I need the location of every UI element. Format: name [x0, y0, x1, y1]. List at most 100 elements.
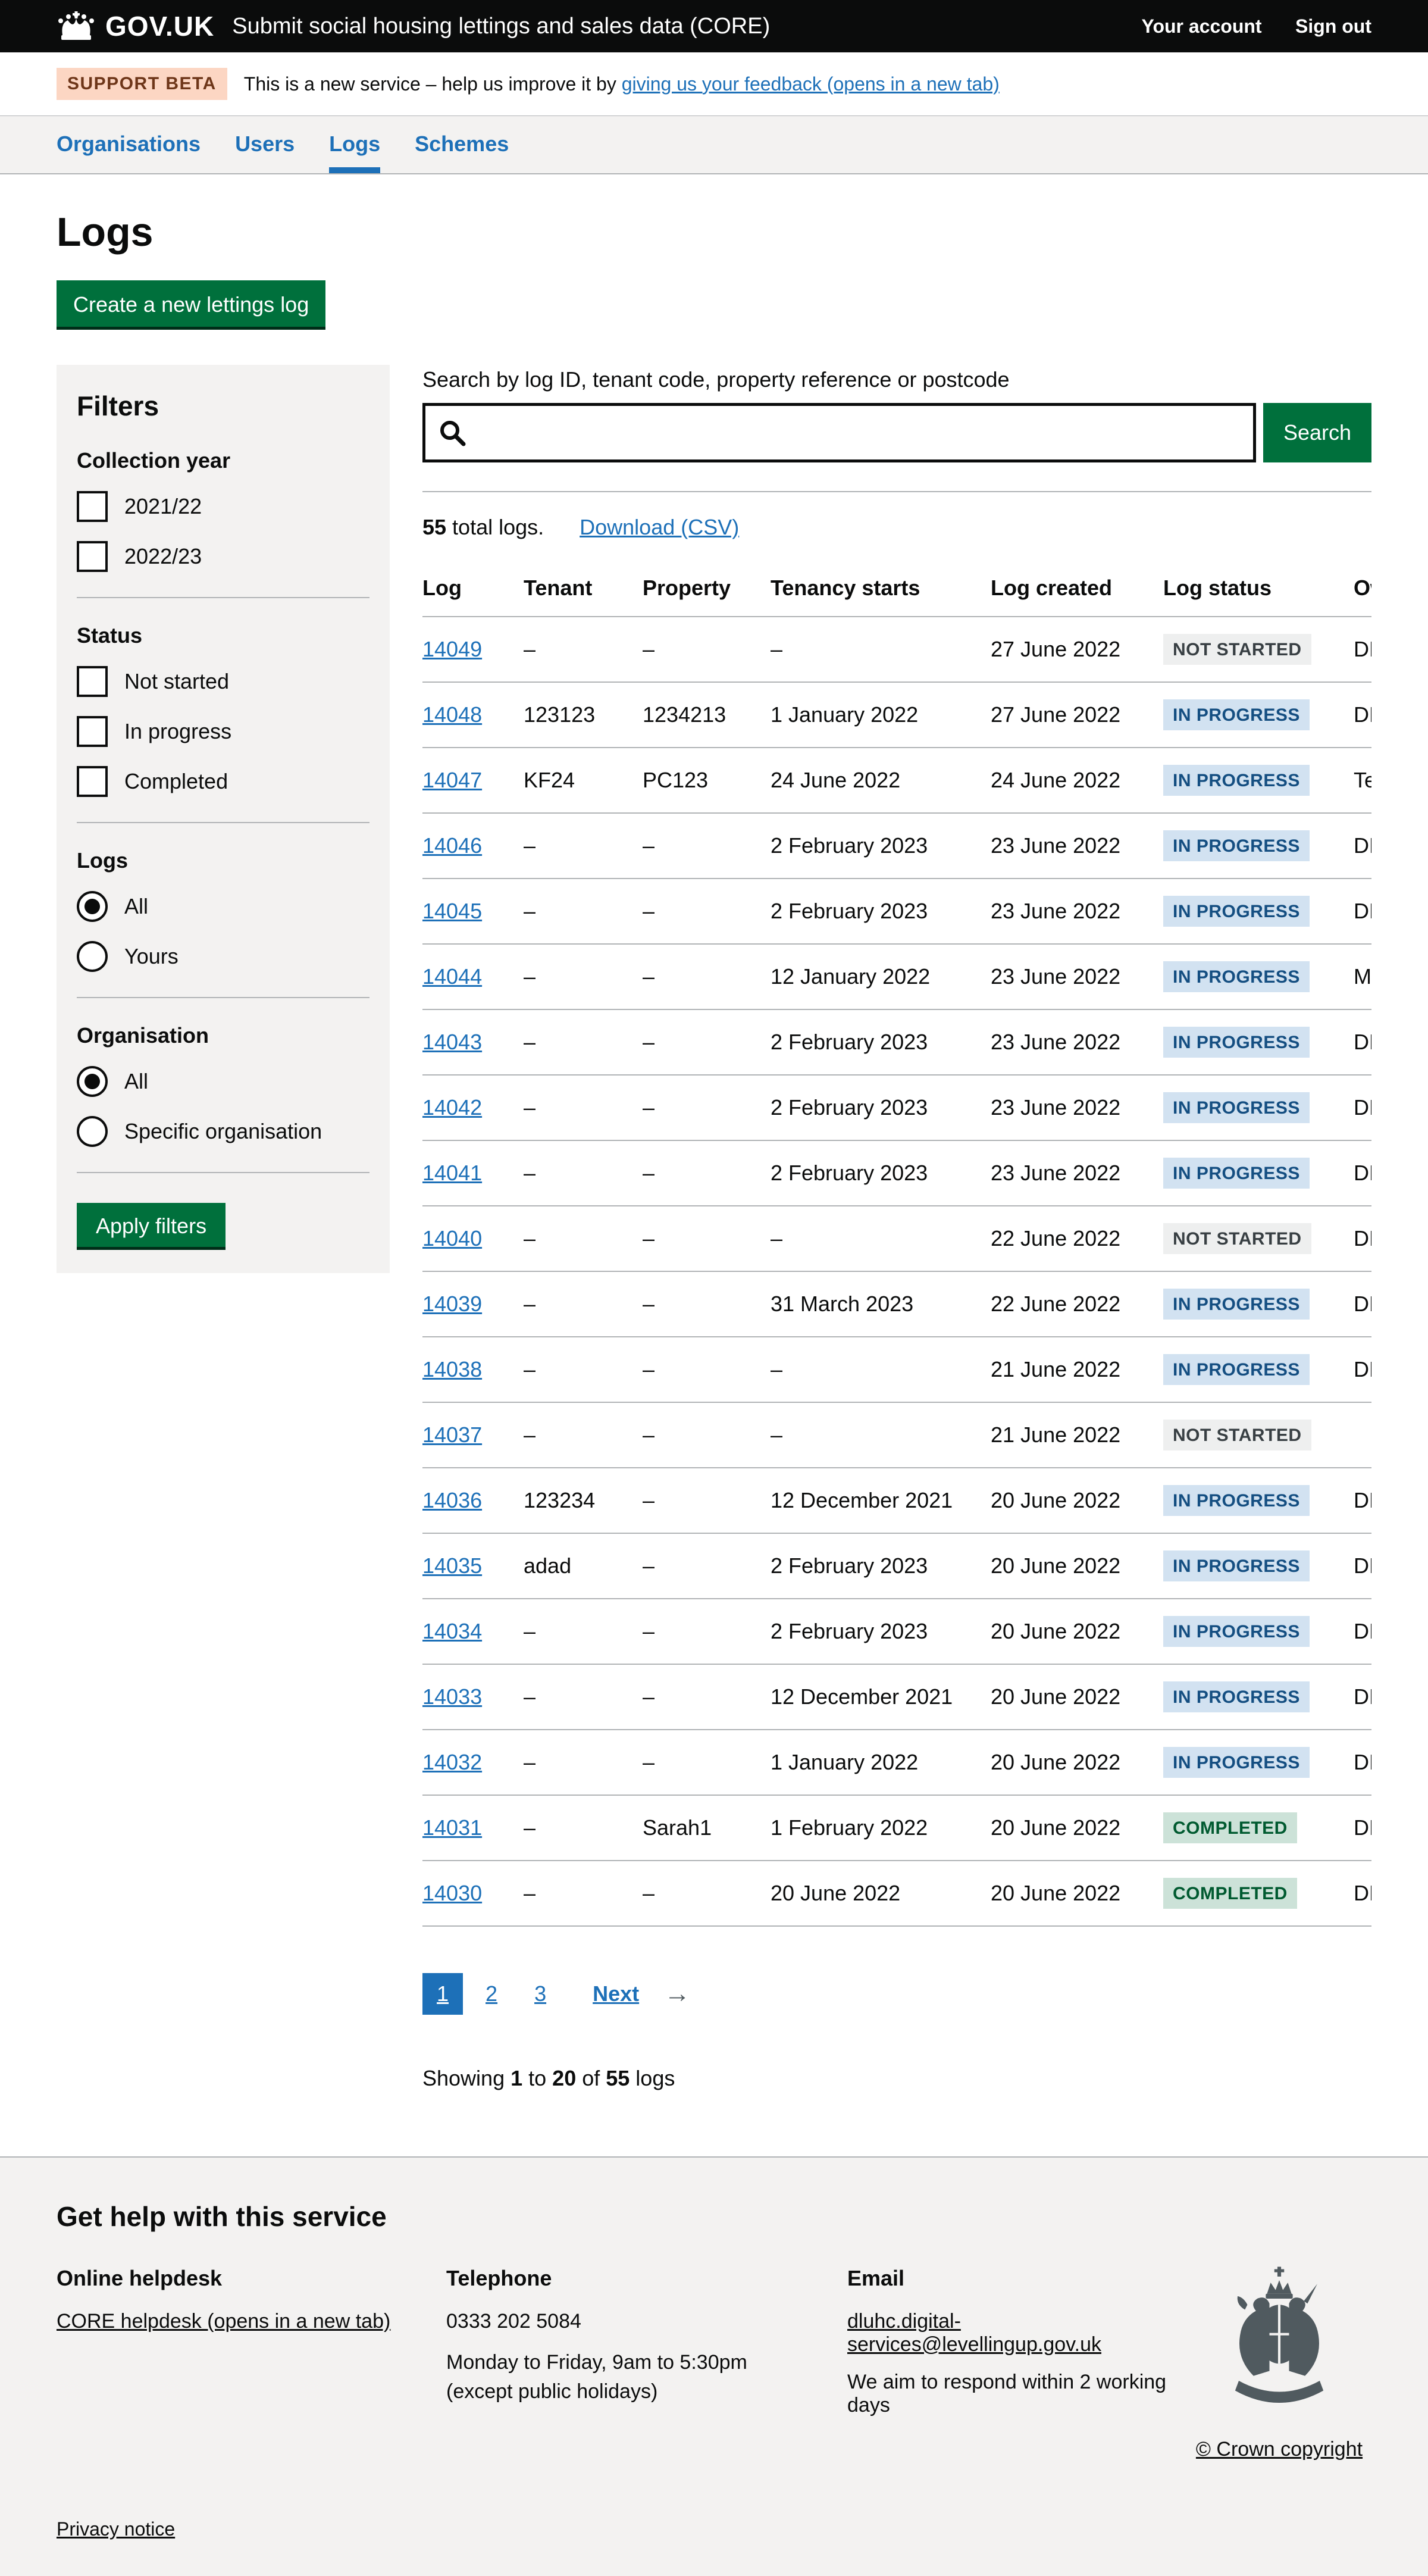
- cell-property: –: [643, 1140, 771, 1206]
- logs-table: LogTenantPropertyTenancy startsLog creat…: [422, 565, 1371, 1927]
- table-row: 14042––2 February 202323 June 2022IN PRO…: [422, 1075, 1371, 1140]
- log-id-link[interactable]: 14044: [422, 964, 482, 989]
- log-id-link[interactable]: 14045: [422, 899, 482, 923]
- status-badge: NOT STARTED: [1163, 1223, 1311, 1254]
- log-id-link[interactable]: 14049: [422, 637, 482, 661]
- status-badge: IN PROGRESS: [1163, 1616, 1310, 1647]
- checkbox-option-2021-22[interactable]: 2021/22: [77, 491, 369, 522]
- table-row: 14046––2 February 202323 June 2022IN PRO…: [422, 813, 1371, 879]
- log-id-link[interactable]: 14040: [422, 1226, 482, 1251]
- radio-unselected[interactable]: [77, 1116, 108, 1147]
- cell-log-created: 23 June 2022: [991, 813, 1163, 879]
- cell-log-created: 20 June 2022: [991, 1795, 1163, 1861]
- privacy-notice-link[interactable]: Privacy notice: [57, 2518, 175, 2540]
- showing-to-word: to: [522, 2066, 552, 2090]
- status-badge: IN PROGRESS: [1163, 1747, 1310, 1778]
- apply-filters-button[interactable]: Apply filters: [77, 1203, 226, 1247]
- log-id-link[interactable]: 14047: [422, 768, 482, 792]
- cell-tenancy-starts: 12 December 2021: [771, 1468, 991, 1533]
- next-page-link[interactable]: Next: [578, 1973, 653, 2015]
- radio-unselected[interactable]: [77, 941, 108, 972]
- core-helpdesk-link[interactable]: CORE helpdesk (opens in a new tab): [57, 2310, 390, 2333]
- tab-users[interactable]: Users: [235, 132, 295, 173]
- radio-option-yours[interactable]: Yours: [77, 941, 369, 972]
- cell-owning-organisation: DLUHC Test: [1354, 1468, 1371, 1533]
- radio-option-all[interactable]: All: [77, 1066, 369, 1097]
- feedback-link[interactable]: giving us your feedback (opens in a new …: [622, 73, 1000, 95]
- filter-group-collection-year: Collection year2021/222022/23: [77, 448, 369, 572]
- search-button[interactable]: Search: [1263, 403, 1371, 462]
- log-id-link[interactable]: 14039: [422, 1292, 482, 1316]
- column-header-log-created: Log created: [991, 565, 1163, 617]
- govuk-logo[interactable]: GOV.UK: [57, 10, 214, 42]
- radio-option-all[interactable]: All: [77, 891, 369, 922]
- checkbox-option-completed[interactable]: Completed: [77, 766, 369, 797]
- cell-property: –: [643, 813, 771, 879]
- log-id-link[interactable]: 14048: [422, 702, 482, 727]
- log-id-link[interactable]: 14041: [422, 1161, 482, 1185]
- log-id-link[interactable]: 14034: [422, 1619, 482, 1643]
- search-input[interactable]: [422, 403, 1256, 462]
- log-id-link[interactable]: 14033: [422, 1684, 482, 1709]
- cell-log-created: 23 June 2022: [991, 1140, 1163, 1206]
- email-response-note: We aim to respond within 2 working days: [847, 2371, 1187, 2417]
- logs-table-header-row: LogTenantPropertyTenancy startsLog creat…: [422, 565, 1371, 617]
- checkbox-unselected[interactable]: [77, 666, 108, 697]
- cell-owning-organisation: DLUHC Test: [1354, 1599, 1371, 1664]
- status-badge: IN PROGRESS: [1163, 830, 1310, 861]
- checkbox-option-2022-23[interactable]: 2022/23: [77, 541, 369, 572]
- page-link-1[interactable]: 1: [422, 1973, 463, 2015]
- checkbox-unselected[interactable]: [77, 541, 108, 572]
- showing-from: 1: [511, 2066, 522, 2090]
- checkbox-option-in-progress[interactable]: In progress: [77, 716, 369, 747]
- cell-log-created: 23 June 2022: [991, 944, 1163, 1009]
- log-id-link[interactable]: 14046: [422, 833, 482, 858]
- log-id-link[interactable]: 14031: [422, 1815, 482, 1840]
- log-id-link[interactable]: 14035: [422, 1553, 482, 1578]
- sign-out-link[interactable]: Sign out: [1295, 15, 1371, 37]
- radio-selected[interactable]: [77, 891, 108, 922]
- table-row: 14031–Sarah11 February 202220 June 2022C…: [422, 1795, 1371, 1861]
- download-csv-link[interactable]: Download (CSV): [580, 515, 739, 540]
- log-id-link[interactable]: 14030: [422, 1881, 482, 1905]
- log-id-link[interactable]: 14032: [422, 1750, 482, 1774]
- log-id-link[interactable]: 14036: [422, 1488, 482, 1512]
- table-row: 14047KF24PC12324 June 202224 June 2022IN…: [422, 748, 1371, 813]
- checkbox-option-not-started[interactable]: Not started: [77, 666, 369, 697]
- status-badge: IN PROGRESS: [1163, 1681, 1310, 1712]
- phase-banner: SUPPORT BETA This is a new service – hel…: [0, 52, 1428, 116]
- showing-summary: Showing 1 to 20 of 55 logs: [422, 2066, 1371, 2091]
- checkbox-unselected[interactable]: [77, 716, 108, 747]
- tab-schemes[interactable]: Schemes: [415, 132, 509, 173]
- checkbox-unselected[interactable]: [77, 491, 108, 522]
- log-id-link[interactable]: 14038: [422, 1357, 482, 1381]
- create-lettings-log-button[interactable]: Create a new lettings log: [57, 280, 325, 327]
- cell-owning-organisation: DLUHC: [1354, 1206, 1371, 1271]
- logs-section: Search by log ID, tenant code, property …: [422, 365, 1371, 2156]
- cell-log-created: 21 June 2022: [991, 1337, 1163, 1402]
- cell-tenancy-starts: 2 February 2023: [771, 879, 991, 944]
- tab-organisations[interactable]: Organisations: [57, 132, 201, 173]
- log-id-link[interactable]: 14043: [422, 1030, 482, 1054]
- cell-tenant: KF24: [524, 748, 643, 813]
- cell-tenant: –: [524, 879, 643, 944]
- cell-tenancy-starts: 2 February 2023: [771, 1599, 991, 1664]
- your-account-link[interactable]: Your account: [1141, 15, 1261, 37]
- crown-copyright-link[interactable]: © Crown copyright: [1196, 2438, 1363, 2461]
- phone-number: 0333 202 5084: [446, 2310, 847, 2333]
- status-badge: IN PROGRESS: [1163, 1550, 1310, 1581]
- filter-group-title: Status: [77, 623, 369, 648]
- page-link-2[interactable]: 2: [471, 1973, 512, 2015]
- email-link[interactable]: dluhc.digital-services@levellingup.gov.u…: [847, 2310, 1101, 2356]
- cell-tenant: adad: [524, 1533, 643, 1599]
- radio-selected[interactable]: [77, 1066, 108, 1097]
- header-left: GOV.UK Submit social housing lettings an…: [57, 10, 770, 42]
- filter-group-organisation: OrganisationAllSpecific organisation: [77, 1023, 369, 1147]
- checkbox-unselected[interactable]: [77, 766, 108, 797]
- tab-logs[interactable]: Logs: [329, 132, 380, 173]
- log-id-link[interactable]: 14037: [422, 1423, 482, 1447]
- log-id-link[interactable]: 14042: [422, 1095, 482, 1120]
- page-link-3[interactable]: 3: [520, 1973, 560, 2015]
- radio-option-specific-organisation[interactable]: Specific organisation: [77, 1116, 369, 1147]
- divider: [422, 491, 1371, 492]
